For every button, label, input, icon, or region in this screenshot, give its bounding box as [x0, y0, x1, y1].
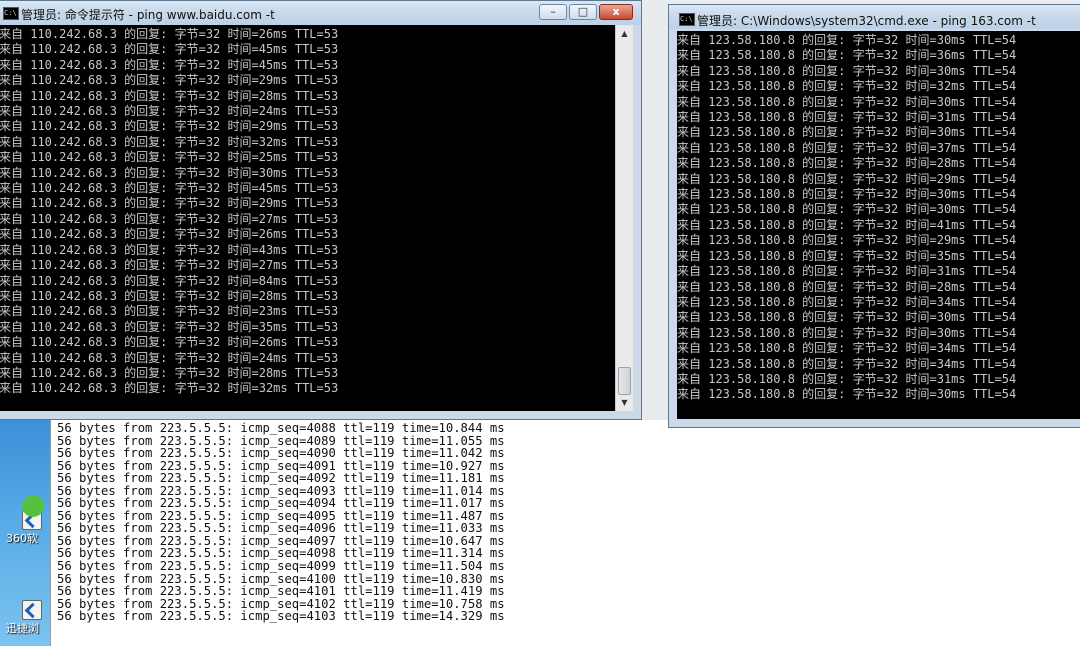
- output-line: 来自 110.242.68.3 的回复: 字节=32 时间=28ms TTL=5…: [0, 288, 339, 303]
- output-line: 来自 110.242.68.3 的回复: 字节=32 时间=32ms TTL=5…: [0, 381, 339, 396]
- linux-terminal[interactable]: 56 bytes from 223.5.5.5: icmp_seq=4088 t…: [50, 420, 1080, 646]
- maximize-icon: □: [577, 5, 589, 18]
- output-line: 56 bytes from 223.5.5.5: icmp_seq=4092 t…: [57, 471, 505, 486]
- output-line: 56 bytes from 223.5.5.5: icmp_seq=4088 t…: [57, 421, 505, 435]
- output-line: 来自 110.242.68.3 的回复: 字节=32 时间=24ms TTL=5…: [0, 104, 339, 119]
- output-line: 来自 123.58.180.8 的回复: 字节=32 时间=34ms TTL=5…: [677, 341, 1017, 356]
- output-line: 来自 110.242.68.3 的回复: 字节=32 时间=35ms TTL=5…: [0, 319, 339, 334]
- output-line: 来自 110.242.68.3 的回复: 字节=32 时间=43ms TTL=5…: [0, 242, 339, 257]
- output-line: 来自 123.58.180.8 的回复: 字节=32 时间=30ms TTL=5…: [677, 125, 1017, 140]
- output-line: 来自 110.242.68.3 的回复: 字节=32 时间=26ms TTL=5…: [0, 27, 339, 41]
- output-line: 来自 110.242.68.3 的回复: 字节=32 时间=27ms TTL=5…: [0, 211, 339, 226]
- terminal-output: 56 bytes from 223.5.5.5: icmp_seq=4088 t…: [57, 422, 505, 623]
- output-line: 来自 123.58.180.8 的回复: 字节=32 时间=28ms TTL=5…: [677, 279, 1017, 294]
- output-line: 56 bytes from 223.5.5.5: icmp_seq=4101 t…: [57, 584, 505, 599]
- output-line: 来自 123.58.180.8 的回复: 字节=32 时间=30ms TTL=5…: [677, 63, 1017, 78]
- window-titlebar[interactable]: C:\ 管理员: 命令提示符 - ping www.baidu.com -t –…: [0, 1, 641, 25]
- maximize-button[interactable]: □: [569, 4, 597, 20]
- output-line: 来自 123.58.180.8 的回复: 字节=32 时间=30ms TTL=5…: [677, 94, 1017, 109]
- output-line: 来自 110.242.68.3 的回复: 字节=32 时间=29ms TTL=5…: [0, 119, 339, 134]
- output-line: 来自 110.242.68.3 的回复: 字节=32 时间=84ms TTL=5…: [0, 273, 339, 288]
- console-lines: 来自 123.58.180.8 的回复: 字节=32 时间=30ms TTL=5…: [677, 33, 1016, 403]
- output-line: 来自 123.58.180.8 的回复: 字节=32 时间=29ms TTL=5…: [677, 171, 1017, 186]
- output-line: 来自 123.58.180.8 的回复: 字节=32 时间=34ms TTL=5…: [677, 356, 1017, 371]
- output-line: 来自 110.242.68.3 的回复: 字节=32 时间=24ms TTL=5…: [0, 350, 339, 365]
- output-line: 来自 123.58.180.8 的回复: 字节=32 时间=28ms TTL=5…: [677, 156, 1017, 171]
- output-line: 来自 110.242.68.3 的回复: 字节=32 时间=32ms TTL=5…: [0, 134, 339, 149]
- scroll-down-arrow-icon[interactable]: ▼: [616, 394, 633, 411]
- output-line: 来自 123.58.180.8 的回复: 字节=32 时间=36ms TTL=5…: [677, 48, 1017, 63]
- output-line: 来自 110.242.68.3 的回复: 字节=32 时间=25ms TTL=5…: [0, 150, 339, 165]
- close-icon: x: [612, 5, 620, 18]
- output-line: 来自 110.242.68.3 的回复: 字节=32 时间=29ms TTL=5…: [0, 73, 339, 88]
- desktop-shortcut-browser[interactable]: 迅捷浏: [6, 600, 44, 636]
- output-line: 来自 123.58.180.8 的回复: 字节=32 时间=32ms TTL=5…: [677, 79, 1017, 94]
- console-output-area[interactable]: 来自 110.242.68.3 的回复: 字节=32 时间=26ms TTL=5…: [0, 25, 615, 411]
- desktop-shortcut-label: 360软: [6, 532, 38, 545]
- scroll-up-arrow-icon[interactable]: ▲: [616, 25, 633, 42]
- output-line: 来自 123.58.180.8 的回复: 字节=32 时间=30ms TTL=5…: [677, 187, 1017, 202]
- output-line: 来自 110.242.68.3 的回复: 字节=32 时间=29ms TTL=5…: [0, 196, 339, 211]
- console-output-area[interactable]: 来自 123.58.180.8 的回复: 字节=32 时间=30ms TTL=5…: [677, 31, 1080, 419]
- console-lines: 来自 110.242.68.3 的回复: 字节=32 时间=26ms TTL=5…: [0, 27, 338, 397]
- output-line: 来自 123.58.180.8 的回复: 字节=32 时间=30ms TTL=5…: [677, 33, 1017, 47]
- output-line: 来自 123.58.180.8 的回复: 字节=32 时间=31ms TTL=5…: [677, 110, 1017, 125]
- cmd-icon: C:\: [679, 13, 695, 26]
- output-line: 来自 123.58.180.8 的回复: 字节=32 时间=30ms TTL=5…: [677, 310, 1017, 325]
- output-line: 56 bytes from 223.5.5.5: icmp_seq=4099 t…: [57, 559, 505, 574]
- output-line: 来自 110.242.68.3 的回复: 字节=32 时间=23ms TTL=5…: [0, 304, 339, 319]
- output-line: 来自 110.242.68.3 的回复: 字节=32 时间=27ms TTL=5…: [0, 258, 339, 273]
- output-line: 来自 123.58.180.8 的回复: 字节=32 时间=34ms TTL=5…: [677, 294, 1017, 309]
- output-line: 来自 123.58.180.8 的回复: 字节=32 时间=30ms TTL=5…: [677, 325, 1017, 340]
- minimize-button[interactable]: –: [539, 4, 567, 20]
- shortcut-arrow-icon: [22, 600, 42, 620]
- output-line: 来自 110.242.68.3 的回复: 字节=32 时间=45ms TTL=5…: [0, 57, 339, 72]
- window-title: 管理员: 命令提示符 - ping www.baidu.com -t: [21, 8, 275, 22]
- output-line: 来自 123.58.180.8 的回复: 字节=32 时间=29ms TTL=5…: [677, 233, 1017, 248]
- output-line: 来自 123.58.180.8 的回复: 字节=32 时间=31ms TTL=5…: [677, 264, 1017, 279]
- output-line: 来自 110.242.68.3 的回复: 字节=32 时间=30ms TTL=5…: [0, 165, 339, 180]
- vertical-scrollbar[interactable]: ▲ ▼: [615, 25, 633, 411]
- minimize-icon: –: [550, 5, 556, 18]
- window-titlebar[interactable]: C:\ 管理员: C:\Windows\system32\cmd.exe - p…: [669, 5, 1080, 29]
- scrollbar-thumb[interactable]: [618, 367, 631, 395]
- output-line: 来自 110.242.68.3 的回复: 字节=32 时间=26ms TTL=5…: [0, 335, 339, 350]
- close-button[interactable]: x: [599, 4, 633, 20]
- desktop-background: 360软 迅捷浏: [0, 420, 50, 646]
- output-line: 来自 110.242.68.3 的回复: 字节=32 时间=28ms TTL=5…: [0, 88, 339, 103]
- output-line: 来自 123.58.180.8 的回复: 字节=32 时间=30ms TTL=5…: [677, 387, 1017, 402]
- output-line: 56 bytes from 223.5.5.5: icmp_seq=4090 t…: [57, 446, 505, 461]
- output-line: 来自 123.58.180.8 的回复: 字节=32 时间=35ms TTL=5…: [677, 248, 1017, 263]
- app-icon[interactable]: [22, 495, 44, 517]
- output-line: 来自 123.58.180.8 的回复: 字节=32 时间=31ms TTL=5…: [677, 371, 1017, 386]
- output-line: 来自 110.242.68.3 的回复: 字节=32 时间=26ms TTL=5…: [0, 227, 339, 242]
- cmd-icon: C:\: [3, 7, 19, 20]
- output-line: 来自 110.242.68.3 的回复: 字节=32 时间=45ms TTL=5…: [0, 42, 339, 57]
- output-line: 56 bytes from 223.5.5.5: icmp_seq=4103 t…: [57, 609, 505, 624]
- output-line: 来自 110.242.68.3 的回复: 字节=32 时间=28ms TTL=5…: [0, 365, 339, 380]
- window-title: 管理员: C:\Windows\system32\cmd.exe - ping …: [697, 14, 1036, 28]
- output-line: 来自 123.58.180.8 的回复: 字节=32 时间=37ms TTL=5…: [677, 140, 1017, 155]
- desktop-shortcut-label: 迅捷浏: [6, 622, 39, 635]
- output-line: 来自 123.58.180.8 的回复: 字节=32 时间=41ms TTL=5…: [677, 217, 1017, 232]
- output-line: 来自 123.58.180.8 的回复: 字节=32 时间=30ms TTL=5…: [677, 202, 1017, 217]
- cmd-window-baidu[interactable]: C:\ 管理员: 命令提示符 - ping www.baidu.com -t –…: [0, 0, 642, 420]
- output-line: 56 bytes from 223.5.5.5: icmp_seq=4094 t…: [57, 496, 505, 511]
- output-line: 来自 110.242.68.3 的回复: 字节=32 时间=45ms TTL=5…: [0, 181, 339, 196]
- cmd-window-163[interactable]: C:\ 管理员: C:\Windows\system32\cmd.exe - p…: [668, 4, 1080, 428]
